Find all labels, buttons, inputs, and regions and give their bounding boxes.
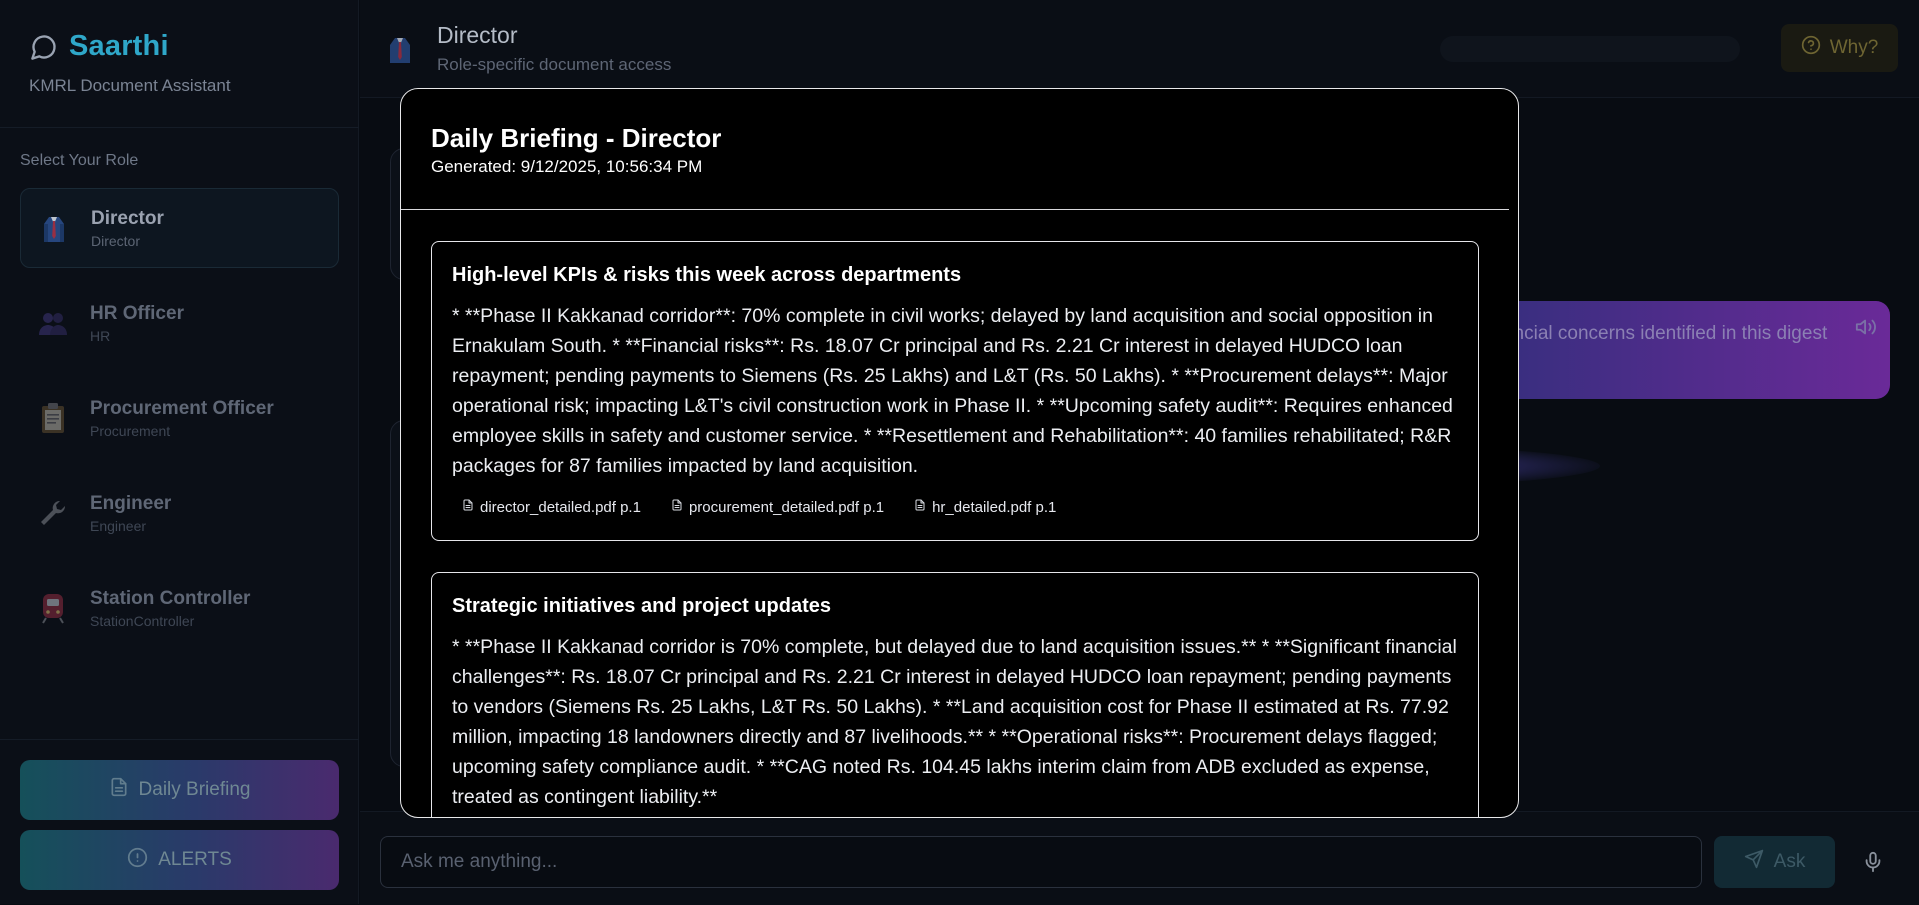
role-heading: Select Your Role	[20, 152, 139, 169]
file-icon	[914, 498, 926, 516]
role-item-hr-officer[interactable]: HR Officer HR	[20, 283, 339, 363]
modal-title: Daily Briefing - Director	[431, 123, 722, 153]
page-subtitle: Role-specific document access	[437, 55, 672, 74]
sidebar: Saarthi KMRL Document Assistant Select Y…	[0, 0, 359, 904]
wrench-icon	[36, 496, 70, 530]
role-name: Director	[91, 207, 164, 229]
section-text: * **Phase II Kakkanad corridor is 70% co…	[452, 636, 1457, 808]
speaker-icon[interactable]	[1855, 316, 1877, 343]
citation-chip[interactable]: director_detailed.pdf p.1	[462, 498, 641, 516]
section-text: * **Phase II Kakkanad corridor**: 70% co…	[452, 305, 1453, 477]
citation-label: procurement_detailed.pdf p.1	[688, 498, 885, 516]
alerts-label: ALERTS	[158, 849, 232, 870]
role-sub: Procurement	[90, 422, 171, 439]
ask-button[interactable]: Ask	[1714, 836, 1835, 888]
why-button[interactable]: Why?	[1781, 24, 1898, 72]
role-sub: Engineer	[90, 517, 147, 534]
page-title: Director	[437, 22, 518, 48]
modal-body[interactable]: High-level KPIs & risks this week across…	[431, 241, 1479, 817]
header-placeholder	[1440, 36, 1740, 62]
role-sub: HR	[90, 327, 111, 344]
citation-chip[interactable]: hr_detailed.pdf p.1	[914, 498, 1056, 516]
role-name: Station Controller	[90, 587, 251, 609]
document-icon	[109, 776, 129, 804]
app-name: Saarthi	[69, 30, 169, 62]
role-name: Engineer	[90, 492, 172, 514]
briefing-section: High-level KPIs & risks this week across…	[431, 241, 1479, 541]
role-list: Director Director HR Officer HR Procurem…	[20, 188, 339, 663]
section-heading: High-level KPIs & risks this week across…	[452, 264, 962, 286]
divider	[401, 209, 1509, 210]
daily-briefing-button[interactable]: Daily Briefing	[20, 760, 339, 820]
citation-label: director_detailed.pdf p.1	[480, 498, 641, 516]
daily-briefing-modal: Daily Briefing - Director Generated: 9/1…	[400, 88, 1519, 818]
role-item-station-controller[interactable]: Station Controller StationController	[20, 568, 339, 648]
send-icon	[1744, 849, 1764, 875]
chat-bubble-icon	[29, 32, 59, 62]
generated-timestamp: Generated: 9/12/2025, 10:56:34 PM	[431, 157, 703, 176]
director-icon	[37, 211, 71, 245]
microphone-icon[interactable]	[1860, 848, 1886, 876]
role-sub: Director	[91, 232, 141, 249]
role-name: Procurement Officer	[90, 397, 274, 419]
people-icon	[36, 306, 70, 340]
divider	[0, 127, 359, 128]
role-name: HR Officer	[90, 302, 184, 324]
alert-circle-icon	[127, 847, 148, 874]
briefing-section: Strategic initiatives and project update…	[431, 572, 1479, 817]
brand: Saarthi	[29, 30, 169, 63]
director-icon	[384, 33, 416, 65]
citation-label: hr_detailed.pdf p.1	[932, 498, 1057, 516]
role-item-procurement-officer[interactable]: Procurement Officer Procurement	[20, 378, 339, 458]
role-item-engineer[interactable]: Engineer Engineer	[20, 473, 339, 553]
header: Director Role-specific document access W…	[360, 0, 1919, 98]
why-label: Why?	[1829, 37, 1879, 58]
clipboard-icon	[36, 401, 70, 435]
ask-input[interactable]	[380, 836, 1702, 888]
section-heading: Strategic initiatives and project update…	[452, 595, 831, 617]
file-icon	[671, 498, 683, 516]
daily-briefing-label: Daily Briefing	[138, 779, 251, 800]
citation-list: director_detailed.pdf p.1 procurement_de…	[462, 498, 1458, 516]
file-icon	[462, 498, 474, 516]
citation-chip[interactable]: procurement_detailed.pdf p.1	[671, 498, 884, 516]
role-item-director[interactable]: Director Director	[20, 188, 339, 268]
input-bar: Ask	[360, 811, 1919, 905]
alerts-button[interactable]: ALERTS	[20, 830, 339, 890]
divider	[0, 739, 359, 740]
app-subtitle: KMRL Document Assistant	[29, 76, 231, 95]
help-circle-icon	[1801, 35, 1821, 61]
ask-label: Ask	[1773, 851, 1806, 872]
train-icon	[36, 591, 70, 625]
role-sub: StationController	[90, 612, 195, 629]
